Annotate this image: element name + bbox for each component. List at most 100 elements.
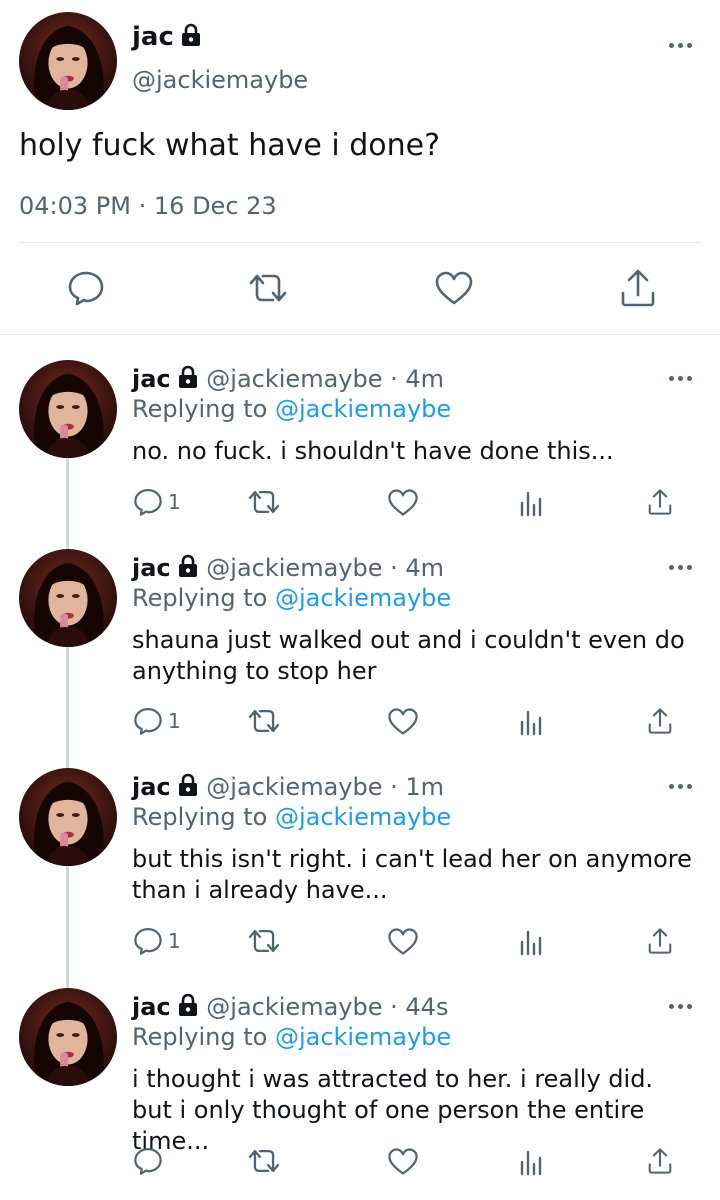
avatar[interactable]: [19, 12, 117, 110]
analytics-button[interactable]: [518, 488, 544, 518]
reply-button[interactable]: [132, 925, 164, 957]
more-options-icon[interactable]: [665, 368, 695, 388]
reply-count: 1: [168, 490, 181, 514]
retweet-button[interactable]: [244, 925, 284, 957]
analytics-icon: [520, 491, 542, 517]
reply-count: 1: [168, 709, 181, 733]
more-options-icon[interactable]: [665, 35, 695, 55]
replying-to: Replying to @jackiemaybe: [132, 802, 451, 832]
divider: [19, 242, 701, 243]
retweet-button[interactable]: [244, 268, 292, 308]
reply-button[interactable]: [132, 486, 164, 518]
replying-to-label: Replying to: [132, 803, 268, 831]
retweet-icon: [248, 490, 280, 514]
reply-time[interactable]: · 4m: [390, 365, 444, 393]
more-options-icon[interactable]: [665, 776, 695, 796]
share-button[interactable]: [646, 486, 674, 518]
heart-icon: [388, 707, 418, 735]
author-name[interactable]: jac: [132, 365, 171, 393]
author-name[interactable]: jac: [132, 554, 171, 582]
replying-to-link[interactable]: @jackiemaybe: [275, 803, 451, 831]
replying-to-link[interactable]: @jackiemaybe: [275, 1023, 451, 1051]
like-button[interactable]: [432, 268, 476, 308]
analytics-icon: [520, 930, 542, 956]
like-button[interactable]: [386, 925, 420, 957]
author-handle[interactable]: @jackiemaybe: [132, 66, 308, 94]
tweet-time[interactable]: 04:03 PM: [19, 192, 131, 220]
replying-to: Replying to @jackiemaybe: [132, 394, 451, 424]
author-handle[interactable]: @jackiemaybe: [206, 773, 382, 801]
share-icon: [648, 928, 672, 954]
retweet-button[interactable]: [244, 705, 284, 737]
lock-icon: [181, 23, 200, 46]
analytics-button[interactable]: [518, 707, 544, 737]
retweet-icon: [249, 274, 287, 302]
avatar[interactable]: [19, 988, 117, 1086]
reply-header: jac @jackiemaybe · 4m: [132, 364, 444, 394]
lock-icon: [178, 365, 197, 388]
like-button[interactable]: [386, 486, 420, 518]
reply-count: 1: [168, 929, 181, 953]
retweet-button[interactable]: [244, 486, 284, 518]
heart-icon: [388, 927, 418, 955]
reply-time[interactable]: · 4m: [390, 554, 444, 582]
share-button[interactable]: [616, 266, 660, 310]
share-button[interactable]: [646, 925, 674, 957]
retweet-button[interactable]: [244, 1145, 284, 1177]
author-handle[interactable]: @jackiemaybe: [206, 554, 382, 582]
author-name-row[interactable]: jac: [132, 22, 202, 52]
reply-button[interactable]: [132, 1145, 164, 1177]
reply-button[interactable]: [64, 268, 108, 308]
like-button[interactable]: [386, 1145, 420, 1177]
analytics-button[interactable]: [518, 927, 544, 957]
replying-to-label: Replying to: [132, 1023, 268, 1051]
more-options-icon[interactable]: [665, 996, 695, 1016]
analytics-button[interactable]: [518, 1147, 544, 1177]
like-button[interactable]: [386, 705, 420, 737]
reply-time[interactable]: · 1m: [390, 773, 444, 801]
analytics-icon: [520, 710, 542, 736]
reply-header: jac @jackiemaybe · 44s: [132, 992, 448, 1022]
reply-icon: [134, 489, 162, 516]
reply-text: shauna just walked out and i couldn't ev…: [132, 626, 685, 685]
timestamp-separator: ·: [138, 192, 147, 220]
replying-to-label: Replying to: [132, 395, 268, 423]
tweet-timestamp[interactable]: 04:03 PM · 16 Dec 23: [19, 192, 277, 220]
replying-to-link[interactable]: @jackiemaybe: [275, 584, 451, 612]
author-name[interactable]: jac: [132, 773, 171, 801]
avatar[interactable]: [19, 549, 117, 647]
tweet-text: holy fuck what have i done?: [19, 128, 441, 163]
reply-text: no. no fuck. i shouldn't have done this.…: [132, 437, 614, 465]
author-name[interactable]: jac: [132, 22, 174, 52]
reply-icon: [68, 271, 104, 306]
author-handle[interactable]: @jackiemaybe: [206, 365, 382, 393]
retweet-icon: [248, 709, 280, 733]
share-button[interactable]: [646, 705, 674, 737]
author-name[interactable]: jac: [132, 993, 171, 1021]
replying-to-label: Replying to: [132, 584, 268, 612]
reply-button[interactable]: [132, 705, 164, 737]
share-button[interactable]: [646, 1145, 674, 1177]
author-handle[interactable]: @jackiemaybe: [206, 993, 382, 1021]
reply-time[interactable]: · 44s: [390, 993, 448, 1021]
more-options-icon[interactable]: [665, 557, 695, 577]
share-icon: [648, 708, 672, 734]
replying-to-link[interactable]: @jackiemaybe: [275, 395, 451, 423]
share-icon: [648, 1148, 672, 1174]
reply-text: but this isn't right. i can't lead her o…: [132, 845, 692, 904]
replying-to: Replying to @jackiemaybe: [132, 1022, 451, 1052]
reply-text: i thought i was attracted to her. i real…: [132, 1065, 654, 1155]
tweet-date[interactable]: 16 Dec 23: [154, 192, 277, 220]
lock-icon: [178, 993, 197, 1016]
avatar[interactable]: [19, 768, 117, 866]
lock-icon: [178, 773, 197, 796]
heart-icon: [388, 1147, 418, 1175]
reply-icon: [134, 1148, 162, 1175]
reply-icon: [134, 708, 162, 735]
retweet-icon: [248, 1149, 280, 1173]
avatar[interactable]: [19, 360, 117, 458]
heart-icon: [435, 271, 473, 305]
divider: [0, 334, 720, 335]
reply-header: jac @jackiemaybe · 4m: [132, 553, 444, 583]
retweet-icon: [248, 929, 280, 953]
